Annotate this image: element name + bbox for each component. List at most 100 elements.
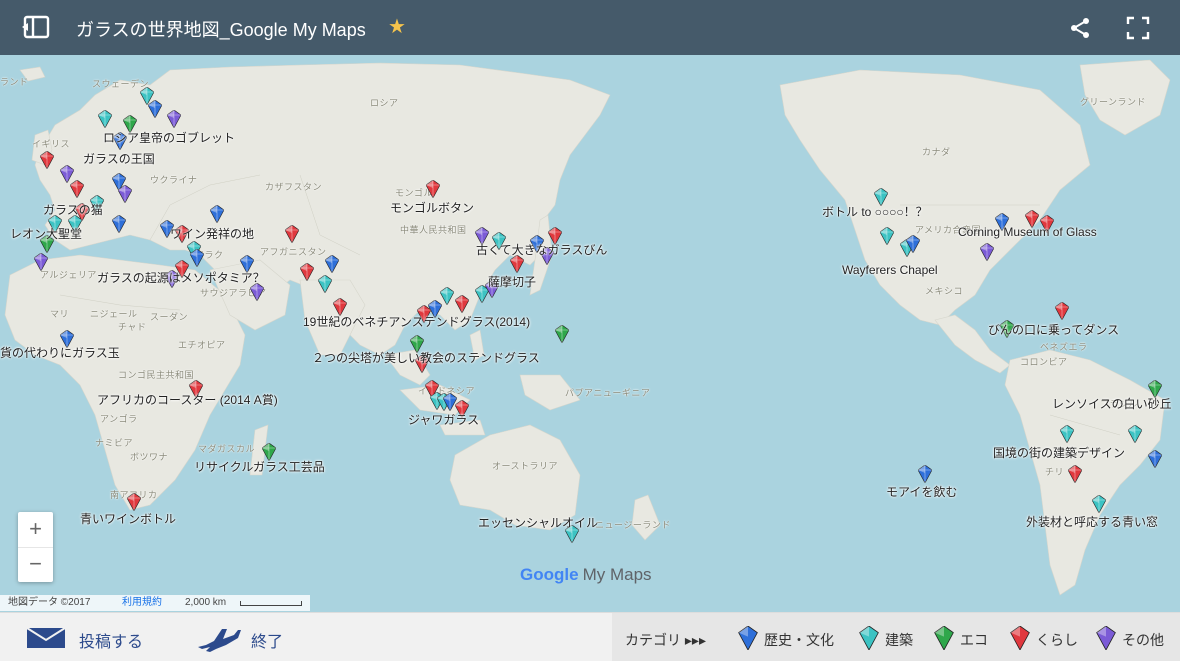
geo-label: チリ [1045, 467, 1065, 477]
place-label[interactable]: ガラスの王国 [83, 150, 155, 167]
app-footer: 投稿する 終了 カテゴリ ▸▸▸ 歴史・文化 建築 エコ くらし その他 [0, 612, 1180, 661]
place-label[interactable]: モアイを飲む [886, 483, 957, 500]
marker-life-icon[interactable] [1067, 464, 1083, 484]
place-label[interactable]: リサイクルガラス工芸品 [194, 458, 325, 475]
airplane-icon [198, 629, 241, 652]
place-label[interactable]: レンソイスの白い砂丘 [1052, 395, 1172, 412]
marker-architecture-icon[interactable] [1127, 424, 1143, 444]
marker-architecture-icon[interactable] [1091, 494, 1107, 514]
marker-other-icon[interactable] [979, 242, 995, 262]
marker-other-icon[interactable] [33, 252, 49, 272]
legend-label: 歴史・文化 [764, 632, 834, 648]
geo-label: パプアニューギニア [565, 388, 651, 398]
gem-architecture-icon [859, 626, 879, 650]
fullscreen-icon[interactable] [1126, 16, 1150, 40]
place-label[interactable]: ボトル to ○○○○！？ [822, 203, 928, 220]
map-data-credit: 地図データ ©2017 [8, 597, 91, 608]
scale-bar [240, 601, 302, 606]
marker-history-icon[interactable] [209, 204, 225, 224]
end-label: 終了 [251, 634, 284, 651]
share-icon[interactable] [1068, 16, 1092, 40]
place-label[interactable]: びんの口に乗ってダンス [988, 321, 1119, 338]
place-label[interactable]: ワイン発祥の地 [170, 225, 254, 242]
geo-label: メキシコ [925, 286, 964, 296]
marker-life-icon[interactable] [1054, 301, 1070, 321]
geo-label: アンゴラ [100, 414, 138, 424]
terms-link[interactable]: 利用規約 [122, 595, 162, 611]
geo-label: カナダ [922, 147, 951, 157]
geo-label: コンゴ民主共和国 [118, 370, 195, 380]
google-my-maps-logo: Google My Maps [520, 565, 652, 585]
marker-history-icon[interactable] [189, 248, 205, 268]
marker-architecture-icon[interactable] [97, 109, 113, 129]
envelope-icon [26, 627, 66, 648]
marker-history-icon[interactable] [917, 464, 933, 484]
marker-life-icon[interactable] [454, 294, 470, 314]
geo-label: マリ [50, 309, 70, 319]
geo-label: ニュージーランド [595, 520, 671, 530]
marker-architecture-icon[interactable] [439, 286, 455, 306]
geo-label: オーストラリア [492, 461, 559, 471]
place-label[interactable]: アフリカのコースター (2014 A賞) [97, 391, 278, 408]
place-label[interactable]: ２つの尖塔が美しい教会のステンドグラス [312, 349, 540, 366]
app-header: ガラスの世界地図_Google My Maps ★ [0, 0, 1180, 55]
marker-life-icon[interactable] [425, 179, 441, 199]
marker-life-icon[interactable] [126, 492, 142, 512]
gem-history-icon [738, 626, 758, 650]
marker-history-icon[interactable] [111, 214, 127, 234]
marker-history-icon[interactable] [442, 392, 458, 412]
gem-eco-icon [934, 626, 954, 650]
marker-history-icon[interactable] [324, 254, 340, 274]
geo-label: ナミビア [95, 438, 134, 448]
geo-label: グリーンランド [1080, 97, 1147, 107]
place-label[interactable]: 青いワインボトル [80, 510, 176, 527]
marker-history-icon[interactable] [1147, 449, 1163, 469]
legend-label: エコ [960, 632, 988, 648]
legend-label: くらし [1036, 632, 1078, 648]
geo-label: アフガニスタン [260, 247, 327, 257]
geo-label: カザフスタン [265, 182, 323, 192]
marker-history-icon[interactable] [147, 99, 163, 119]
marker-life-icon[interactable] [39, 150, 55, 170]
marker-life-icon[interactable] [299, 262, 315, 282]
marker-other-icon[interactable] [117, 184, 133, 204]
marker-eco-icon[interactable] [554, 324, 570, 344]
place-label[interactable]: Wayferers Chapel [842, 263, 938, 277]
place-label[interactable]: レオン大聖堂 [10, 225, 82, 242]
marker-history-icon[interactable] [905, 234, 921, 254]
place-label[interactable]: 19世紀のベネチアンステンドグラス(2014) [303, 313, 530, 330]
map-canvas[interactable]: ランド スウェーデン イギリス ウクライナ カザフスタン ロシア モンゴル 中華人民共和国 アフ… [0, 55, 1180, 612]
marker-architecture-icon[interactable] [317, 274, 333, 294]
place-label[interactable]: 薩摩切子 [488, 273, 536, 290]
geo-label: ウクライナ [150, 175, 198, 185]
legend-title: カテゴリ ▸▸▸ [625, 632, 706, 648]
sidebar-toggle-icon[interactable] [22, 15, 50, 39]
place-label[interactable]: 外装材と呼応する青い窓 [1026, 513, 1158, 530]
zoom-in-button[interactable]: + [18, 512, 53, 548]
post-label: 投稿する [79, 634, 144, 651]
place-label[interactable]: Corning Museum of Glass [958, 225, 1097, 239]
marker-life-icon[interactable] [284, 224, 300, 244]
geo-label: ボツワナ [130, 452, 169, 462]
geo-label: チャド [118, 322, 147, 332]
place-label[interactable]: 貨の代わりにガラス玉 [0, 344, 120, 361]
category-legend: カテゴリ ▸▸▸ 歴史・文化 建築 エコ くらし その他 [612, 613, 1180, 661]
geo-label: アルジェリア [40, 270, 97, 280]
marker-architecture-icon[interactable] [879, 226, 895, 246]
marker-other-icon[interactable] [166, 109, 182, 129]
zoom-out-button[interactable]: − [18, 547, 53, 582]
geo-label: 中華人民共和国 [400, 225, 467, 235]
marker-architecture-icon[interactable] [1059, 424, 1075, 444]
geo-label: ランド [0, 77, 29, 87]
geo-label: エチオピア [178, 340, 226, 350]
place-label[interactable]: ガラスの猫 [43, 201, 103, 218]
place-label[interactable]: エッセンシャルオイル [478, 514, 598, 531]
place-label[interactable]: モンゴルボタン [390, 199, 474, 216]
place-label[interactable]: 国境の街の建築デザイン [993, 444, 1125, 461]
place-label[interactable]: ロシア皇帝のゴブレット [103, 129, 235, 146]
place-label[interactable]: ジャワガラス [408, 411, 479, 428]
place-label[interactable]: ガラスの起源はメソポタミア？ [97, 269, 265, 286]
marker-life-icon[interactable] [69, 179, 85, 199]
geo-label: マダガスカル [198, 444, 256, 454]
place-label[interactable]: 古くて大きなガラスびん [476, 241, 607, 258]
